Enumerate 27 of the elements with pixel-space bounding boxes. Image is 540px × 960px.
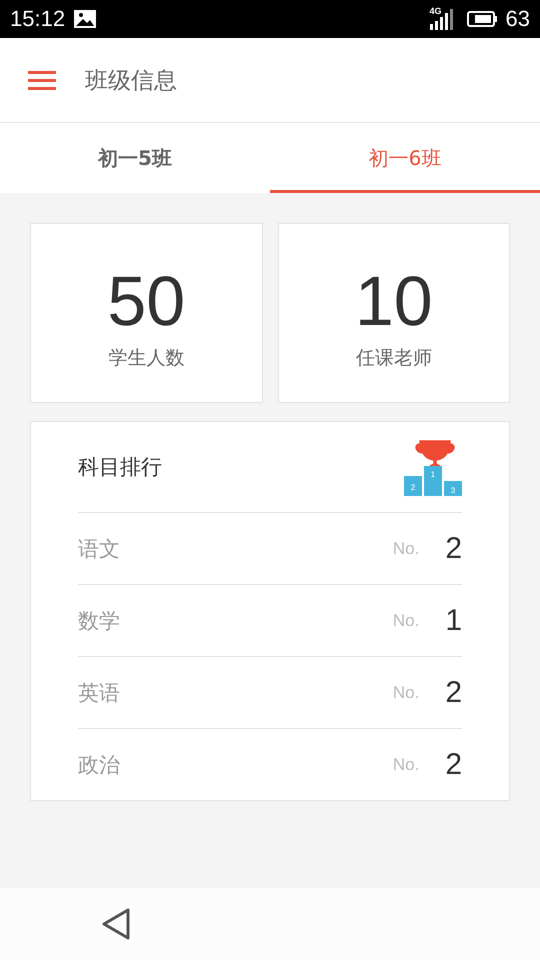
class-tab[interactable]: 初一5班	[0, 123, 270, 193]
subject-name: 数学	[78, 608, 121, 634]
rank-prefix: No.	[392, 538, 420, 558]
status-time: 15:12	[10, 6, 66, 32]
image-icon	[73, 9, 98, 29]
stat-label: 任课老师	[356, 346, 432, 371]
subject-name: 政治	[78, 752, 121, 778]
subject-name: 语文	[78, 536, 121, 562]
menu-icon[interactable]	[28, 70, 56, 90]
back-icon[interactable]	[101, 907, 131, 941]
rank-number: 1	[445, 604, 462, 638]
subject-name: 英语	[78, 680, 121, 706]
rank-prefix: No.	[392, 610, 420, 630]
section-title: 科目排行	[78, 454, 162, 481]
class-tab[interactable]: 初一6班	[270, 123, 540, 193]
signal-indicator: 4G	[430, 8, 453, 30]
stat-label: 学生人数	[108, 346, 184, 371]
battery-icon	[466, 10, 498, 28]
rank-number: 2	[445, 676, 462, 710]
battery-level: 63	[506, 6, 530, 32]
rank-number: 2	[445, 532, 462, 566]
stat-value: 50	[107, 264, 186, 339]
rank-number: 2	[445, 748, 462, 782]
rank-prefix: No.	[392, 754, 420, 774]
stat-value: 10	[354, 264, 433, 339]
page-title: 班级信息	[85, 66, 177, 96]
rank-prefix: No.	[392, 682, 420, 702]
